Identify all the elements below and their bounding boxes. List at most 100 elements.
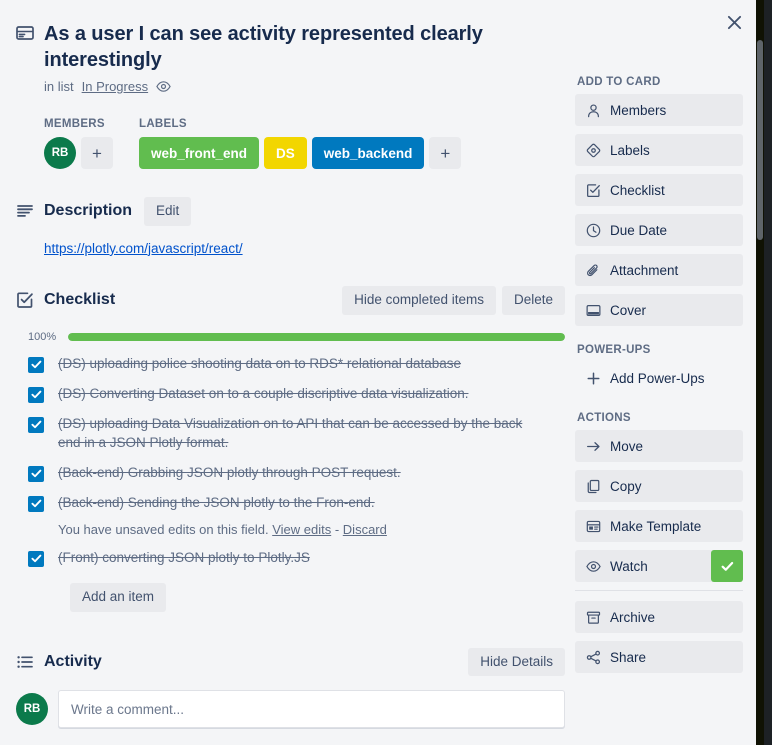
- checklist-item-label[interactable]: (DS) Converting Dataset on to a couple d…: [58, 384, 468, 403]
- checklist-item-label[interactable]: (DS) uploading police shooting data on t…: [58, 354, 461, 373]
- sidebar-button-label: Attachment: [610, 262, 679, 278]
- card-sidebar: ADD TO CARD Members Labels Checklist Due Da…: [575, 0, 755, 728]
- sidebar-group-power-ups: POWER-UPS Add Power-Ups: [575, 344, 755, 394]
- checklist-item[interactable]: (DS) uploading Data Visualization on to …: [28, 414, 565, 452]
- sidebar-button-label: Members: [610, 102, 667, 118]
- person-icon: [585, 103, 601, 118]
- checklist-progress: 100%: [28, 331, 565, 343]
- sidebar-button-copy[interactable]: Copy: [575, 470, 743, 502]
- checklist-item-checkbox[interactable]: [28, 495, 44, 512]
- add-to-card-heading: ADD TO CARD: [577, 76, 661, 88]
- checklist-item-checkbox[interactable]: [28, 465, 44, 482]
- eye-icon: [156, 79, 171, 94]
- sidebar-button-attachment[interactable]: Attachment: [575, 254, 743, 286]
- hide-completed-items-button[interactable]: Hide completed items: [342, 285, 496, 315]
- label-chip-web-backend[interactable]: web_backend: [311, 137, 425, 169]
- checklist-item-checkbox[interactable]: [28, 386, 44, 403]
- page-scrollbar[interactable]: [756, 0, 764, 745]
- label-chip-web-front-end[interactable]: web_front_end: [139, 137, 260, 169]
- checklist-item[interactable]: (Back-end) Grabbing JSON plotly through …: [28, 463, 565, 482]
- delete-checklist-button[interactable]: Delete: [501, 285, 565, 315]
- sidebar-button-label: Checklist: [610, 182, 665, 198]
- view-edits-link[interactable]: View edits: [272, 522, 331, 537]
- add-label-button[interactable]: +: [429, 137, 462, 169]
- sidebar-group-add-to-card: ADD TO CARD Members Labels Checklist Due Da…: [575, 76, 755, 326]
- add-member-button[interactable]: +: [81, 137, 113, 169]
- checklist-item[interactable]: (DS) uploading police shooting data on t…: [28, 354, 565, 373]
- sidebar-button-labels[interactable]: Labels: [575, 134, 743, 166]
- description-link[interactable]: https://plotly.com/javascript/react/: [44, 241, 243, 256]
- card-detail-modal: As a user I can see activity represented…: [0, 0, 764, 745]
- hide-details-button[interactable]: Hide Details: [468, 647, 565, 677]
- sidebar-button-label: Copy: [610, 478, 642, 494]
- template-icon: [585, 519, 601, 534]
- modal-body: As a user I can see activity represented…: [0, 0, 764, 729]
- sidebar-button-label: Cover: [610, 302, 647, 318]
- checklist-item[interactable]: (Front) converting JSON plotly to Plotly…: [28, 548, 565, 567]
- checklist-item-checkbox[interactable]: [28, 356, 44, 373]
- card-header: As a user I can see activity represented…: [16, 10, 565, 94]
- description-lines-icon: [16, 202, 44, 220]
- sidebar-button-archive[interactable]: Archive: [575, 601, 743, 633]
- checklist-item-label[interactable]: (Back-end) Sending the JSON plotly to th…: [58, 493, 375, 512]
- unsaved-separator: -: [334, 521, 340, 537]
- checklist-item-label[interactable]: (DS) uploading Data Visualization on to …: [58, 414, 545, 452]
- power-ups-heading: POWER-UPS: [577, 344, 651, 356]
- label-chip-ds[interactable]: DS: [264, 137, 307, 169]
- card-list-location: in list In Progress: [44, 79, 565, 94]
- clock-icon: [585, 223, 601, 238]
- share-icon: [585, 650, 601, 665]
- comment-input[interactable]: [58, 690, 565, 729]
- checklist-item-checkbox[interactable]: [28, 416, 44, 433]
- sidebar-button-due-date[interactable]: Due Date: [575, 214, 743, 246]
- comment-avatar[interactable]: RB: [16, 693, 48, 726]
- labels-block: LABELS web_front_end DS web_backend +: [139, 118, 462, 169]
- sidebar-button-label: Add Power-Ups: [610, 370, 705, 386]
- sidebar-button-share[interactable]: Share: [575, 641, 743, 673]
- sidebar-button-move[interactable]: Move: [575, 430, 743, 462]
- checklist-item-label[interactable]: (Back-end) Grabbing JSON plotly through …: [58, 463, 401, 482]
- sidebar-button-add-power-ups[interactable]: Add Power-Ups: [575, 362, 743, 394]
- description-edit-button[interactable]: Edit: [144, 197, 192, 226]
- in-list-prefix: in list: [44, 79, 74, 94]
- page-scrollbar-thumb[interactable]: [757, 40, 763, 240]
- card-window-icon: [16, 16, 44, 42]
- sidebar-button-label: Due Date: [610, 222, 668, 238]
- members-labels-row: MEMBERS RB + LABELS web_front_end DS web…: [44, 118, 565, 169]
- checklist-progress-percent: 100%: [28, 330, 57, 343]
- sidebar-button-checklist[interactable]: Checklist: [575, 174, 743, 206]
- checklist-item-label[interactable]: (Front) converting JSON plotly to Plotly…: [58, 548, 310, 567]
- activity-heading: Activity: [44, 652, 102, 670]
- add-checklist-item-button[interactable]: Add an item: [70, 582, 167, 612]
- checklist-item-checkbox[interactable]: [28, 550, 44, 567]
- card-main-column: As a user I can see activity represented…: [0, 0, 575, 729]
- cover-icon: [585, 303, 601, 318]
- sidebar-button-make-template[interactable]: Make Template: [575, 510, 743, 542]
- member-avatar-rb[interactable]: RB: [44, 137, 76, 169]
- members-heading: MEMBERS: [44, 118, 105, 130]
- sidebar-group-actions: ACTIONS Move Copy Make Template Watch Archiv…: [575, 412, 755, 673]
- checklist-section: Checklist Hide completed items Delete 10…: [16, 285, 565, 612]
- close-button[interactable]: [718, 6, 750, 38]
- description-heading: Description: [44, 202, 133, 220]
- checklist-item[interactable]: (Back-end) Sending the JSON plotly to th…: [28, 493, 565, 512]
- card-title[interactable]: As a user I can see activity represented…: [44, 16, 565, 73]
- discard-link[interactable]: Discard: [343, 522, 387, 537]
- sidebar-button-label: Labels: [610, 142, 650, 158]
- archive-icon: [585, 610, 601, 625]
- checklist-item[interactable]: (DS) Converting Dataset on to a couple d…: [28, 384, 565, 403]
- description-section: Description Edit https://plotly.com/java…: [16, 197, 565, 258]
- sidebar-divider: [575, 590, 743, 591]
- checklist-progress-fill: [68, 332, 565, 341]
- sidebar-button-label: Make Template: [610, 518, 702, 534]
- watch-enabled-badge[interactable]: [711, 550, 743, 582]
- sidebar-button-members[interactable]: Members: [575, 94, 743, 126]
- checklist-icon: [585, 183, 601, 198]
- paperclip-icon: [585, 263, 601, 278]
- actions-heading: ACTIONS: [577, 412, 631, 424]
- list-name-link[interactable]: In Progress: [82, 79, 148, 94]
- members-block: MEMBERS RB +: [44, 118, 113, 169]
- sidebar-button-cover[interactable]: Cover: [575, 294, 743, 326]
- sidebar-button-watch[interactable]: Watch: [575, 550, 743, 582]
- sidebar-button-label: Share: [610, 649, 647, 665]
